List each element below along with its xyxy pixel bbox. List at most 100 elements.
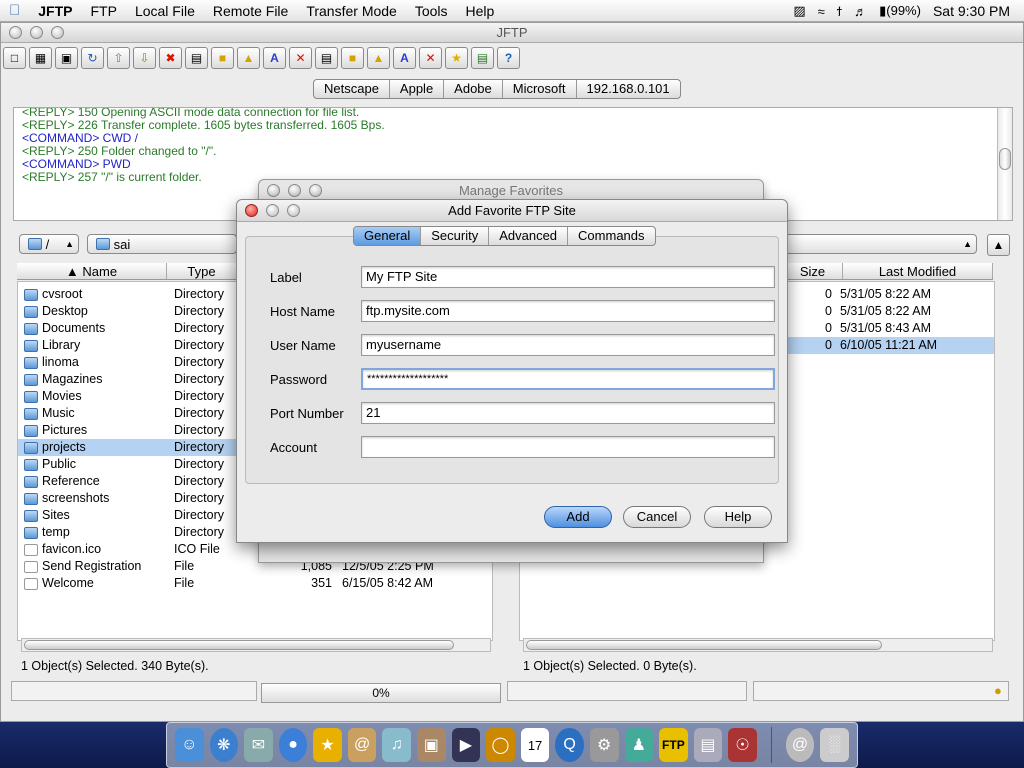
- ichat-icon[interactable]: ●: [278, 728, 308, 762]
- finder-icon[interactable]: ☺: [175, 728, 204, 762]
- lock-icon[interactable]: ●: [994, 683, 1002, 698]
- favorite-microsoft[interactable]: Microsoft: [503, 80, 577, 98]
- rename-icon[interactable]: A: [263, 47, 286, 69]
- ical-icon[interactable]: 17: [520, 728, 550, 762]
- account-field[interactable]: [361, 436, 775, 458]
- log-icon[interactable]: ▤: [471, 47, 494, 69]
- imovie-icon[interactable]: ▶: [451, 728, 481, 762]
- quicktime-icon[interactable]: Q: [555, 728, 584, 762]
- mail-icon[interactable]: ✉: [244, 728, 273, 762]
- log-scroll-thumb[interactable]: [999, 148, 1011, 170]
- remote-status: 1 Object(s) Selected. 0 Byte(s).: [523, 659, 697, 673]
- new-folder-icon[interactable]: ■: [341, 47, 364, 69]
- column-size[interactable]: Size: [783, 263, 843, 279]
- toolbar: □ ▦ ▣ ↻ ⇧ ⇩ ✖ ▤ ■ ▲ A ✕ ▤ ■ ▲ A ✕ ★ ▤ ?: [3, 47, 520, 69]
- menu-ftp[interactable]: FTP: [81, 3, 125, 19]
- favorites-icon[interactable]: ★: [445, 47, 468, 69]
- menu-tools[interactable]: Tools: [406, 3, 457, 19]
- bluetooth-icon[interactable]: ϯ: [837, 4, 842, 19]
- remote-hscrollbar[interactable]: [523, 638, 993, 652]
- tab-security[interactable]: Security: [421, 227, 490, 245]
- user-name-field[interactable]: myusername: [361, 334, 775, 356]
- password-field[interactable]: *******************: [361, 368, 775, 390]
- favorite-netscape[interactable]: Netscape: [314, 80, 390, 98]
- open-icon[interactable]: ▲: [367, 47, 390, 69]
- column-name[interactable]: ▲ Name: [17, 263, 167, 279]
- close-window-icon[interactable]: [9, 26, 22, 39]
- system-preferences-icon[interactable]: ⚙: [589, 728, 619, 762]
- add-button[interactable]: Add: [544, 506, 612, 528]
- battery-icon[interactable]: ▮(99%): [879, 3, 921, 19]
- file-name-cell: temp: [18, 524, 168, 541]
- downloads-icon[interactable]: @: [785, 728, 815, 762]
- remote-hscroll-thumb[interactable]: [526, 640, 882, 650]
- zoom-window-icon[interactable]: [51, 26, 64, 39]
- menu-jftp[interactable]: JFTP: [29, 3, 81, 19]
- local-folder-selector[interactable]: sai: [87, 234, 237, 254]
- disconnect-icon[interactable]: ▣: [55, 47, 78, 69]
- keyboard-icon[interactable]: ▨: [793, 3, 805, 19]
- label-field[interactable]: My FTP Site: [361, 266, 775, 288]
- iphoto-icon[interactable]: ▣: [417, 728, 446, 762]
- zoom-dialog-icon[interactable]: [287, 204, 300, 217]
- close-dialog-icon[interactable]: [245, 204, 258, 217]
- connect-icon[interactable]: ▦: [29, 47, 52, 69]
- ftp-icon[interactable]: ▤: [693, 728, 723, 762]
- favorite-apple[interactable]: Apple: [390, 80, 445, 98]
- local-hscroll-thumb[interactable]: [24, 640, 454, 650]
- minimize-window-icon[interactable]: [30, 26, 43, 39]
- new-folder-icon[interactable]: ■: [211, 47, 234, 69]
- local-root-selector[interactable]: / ▲: [19, 234, 79, 254]
- tab-general[interactable]: General: [354, 227, 422, 245]
- host-name-field[interactable]: ftp.mysite.com: [361, 300, 775, 322]
- clock[interactable]: Sat 9:30 PM: [933, 3, 1010, 19]
- column-last-modified[interactable]: Last Modified: [843, 263, 993, 279]
- users-icon[interactable]: ♟: [624, 728, 654, 762]
- wifi-icon[interactable]: ≈: [818, 4, 825, 19]
- cancel-button[interactable]: Cancel: [623, 506, 691, 528]
- jftp-icon[interactable]: FTP: [659, 728, 688, 762]
- network-icon[interactable]: ☉: [728, 728, 757, 762]
- new-window-icon[interactable]: □: [3, 47, 26, 69]
- help-button[interactable]: Help: [704, 506, 772, 528]
- upload-icon[interactable]: ⇧: [107, 47, 130, 69]
- new-file-icon[interactable]: ▤: [185, 47, 208, 69]
- idvd-icon[interactable]: ◯: [486, 728, 515, 762]
- minimize-dialog-icon[interactable]: [266, 204, 279, 217]
- download-icon[interactable]: ⇩: [133, 47, 156, 69]
- menu-transfer-mode[interactable]: Transfer Mode: [297, 3, 406, 19]
- tab-commands[interactable]: Commands: [568, 227, 654, 245]
- parent-folder-icon[interactable]: ▲: [987, 234, 1010, 256]
- remote-folder-selector[interactable]: ▲: [781, 234, 977, 254]
- menu-help[interactable]: Help: [457, 3, 504, 19]
- menu-local-file[interactable]: Local File: [126, 3, 204, 19]
- delete-icon[interactable]: ✕: [289, 47, 312, 69]
- favorite-adobe[interactable]: Adobe: [444, 80, 503, 98]
- minimize-dialog-icon[interactable]: [288, 184, 301, 197]
- port-number-field[interactable]: 21: [361, 402, 775, 424]
- stop-icon[interactable]: ✖: [159, 47, 182, 69]
- zoom-dialog-icon[interactable]: [309, 184, 322, 197]
- close-dialog-icon[interactable]: [267, 184, 280, 197]
- column-type[interactable]: Type: [167, 263, 237, 279]
- apple-menu-icon[interactable]: : [0, 2, 29, 19]
- aim-icon[interactable]: ★: [313, 728, 342, 762]
- help-icon[interactable]: ?: [497, 47, 520, 69]
- refresh-icon[interactable]: ↻: [81, 47, 104, 69]
- delete-icon[interactable]: ✕: [419, 47, 442, 69]
- volume-icon[interactable]: ♬: [854, 4, 867, 19]
- table-row[interactable]: Welcome File 351 6/15/05 8:42 AM: [18, 575, 492, 592]
- address-book-icon[interactable]: @: [347, 728, 377, 762]
- local-hscrollbar[interactable]: [21, 638, 491, 652]
- trash-icon[interactable]: ░: [820, 728, 849, 762]
- open-icon[interactable]: ▲: [237, 47, 260, 69]
- rename-icon[interactable]: A: [393, 47, 416, 69]
- log-scrollbar[interactable]: [997, 108, 1012, 220]
- itunes-icon[interactable]: ♫: [382, 728, 412, 762]
- tab-advanced[interactable]: Advanced: [489, 227, 569, 245]
- new-file-icon[interactable]: ▤: [315, 47, 338, 69]
- favorite-ip[interactable]: 192.168.0.101: [577, 80, 680, 98]
- safari-icon[interactable]: ❋: [209, 728, 239, 762]
- folder-icon: [24, 373, 38, 386]
- menu-remote-file[interactable]: Remote File: [204, 3, 297, 19]
